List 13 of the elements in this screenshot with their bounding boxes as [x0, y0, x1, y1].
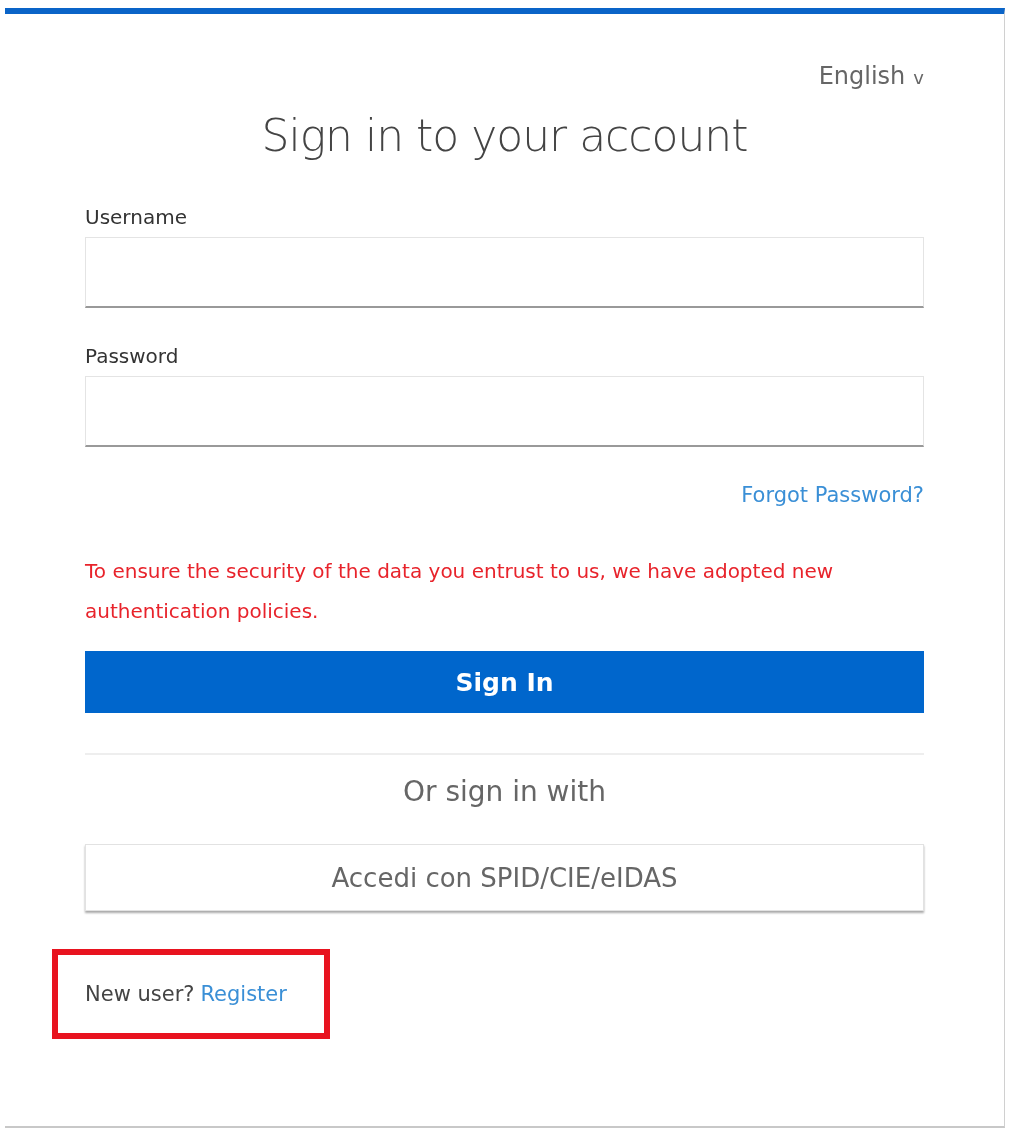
input-field[interactable] [85, 237, 924, 308]
register-link[interactable]: Register [200, 982, 287, 1006]
forgot-password-link[interactable]: Forgot Password? [741, 483, 924, 507]
page-title: Sign in to your account [260, 110, 749, 161]
language-selector[interactable]: English v [818, 62, 924, 90]
security-notice: To ensure the security of the data you entrust to us, we have adopted new authentication policies. [85, 558, 835, 625]
field-label: Password [85, 344, 180, 368]
sign-in-button[interactable]: Sign In [85, 651, 924, 713]
field-label: Username [85, 205, 188, 229]
spid-sign-in-button[interactable]: Accedi con SPID/CIE/eIDAS [85, 844, 924, 911]
input-field[interactable] [85, 376, 924, 447]
new-user-prompt: New user? [85, 982, 195, 1006]
alternative-sign-in-heading: Or sign in with [401, 775, 608, 808]
